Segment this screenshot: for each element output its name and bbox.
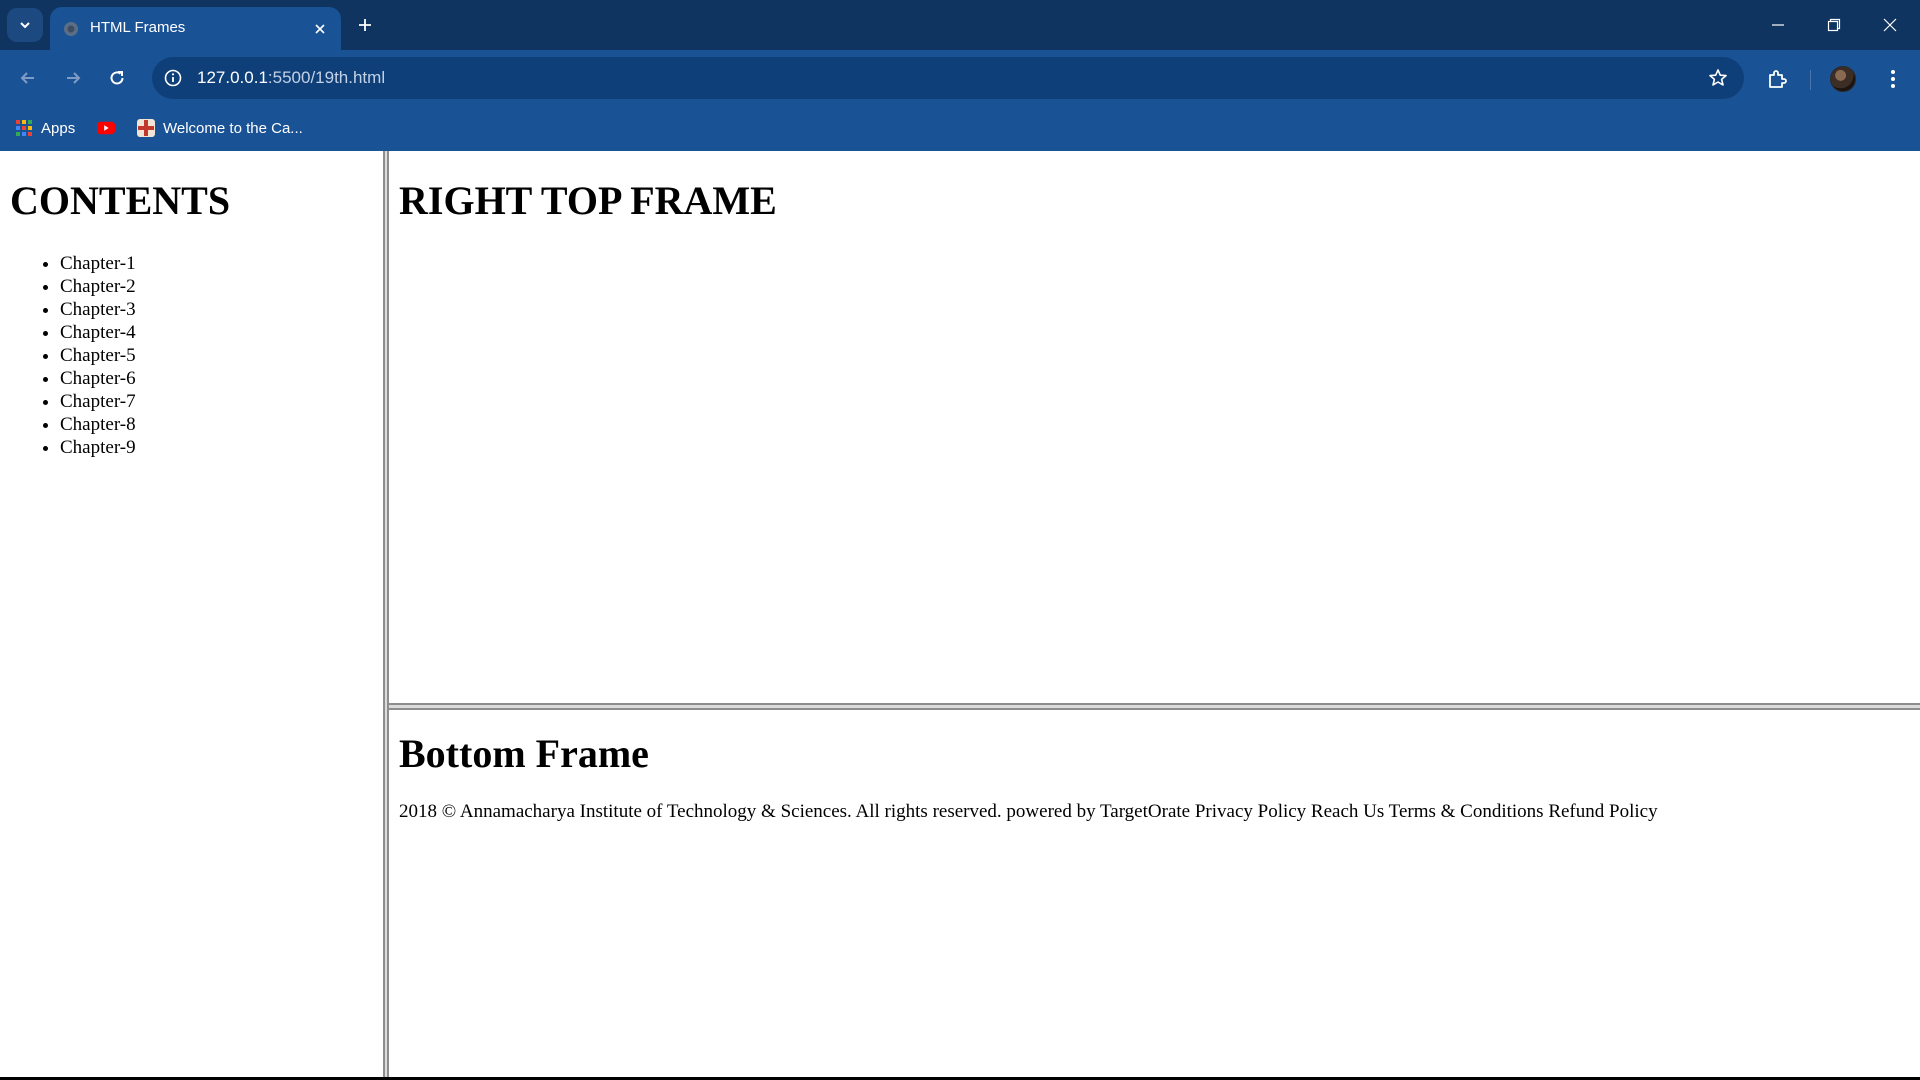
arrow-left-icon [20, 72, 34, 84]
url-text[interactable]: 127.0.0.1:5500/19th.html [197, 68, 385, 88]
bottom-frame: Bottom Frame 2018 © Annamacharya Institu… [389, 710, 1920, 1080]
site-info-icon[interactable] [162, 67, 184, 89]
tab-search-button[interactable] [7, 8, 43, 42]
close-icon [315, 24, 325, 34]
reload-icon [110, 71, 124, 85]
extensions-button[interactable] [1762, 64, 1792, 94]
plus-icon [359, 19, 371, 31]
tab-title: HTML Frames [90, 19, 186, 36]
chapter-item: Chapter-8 [60, 413, 136, 436]
minimize-button[interactable] [1750, 0, 1806, 50]
profile-avatar[interactable] [1830, 66, 1856, 92]
bookmark-welcome[interactable]: Welcome to the Ca... [137, 116, 303, 140]
url-path: :5500/19th.html [267, 68, 386, 87]
right-top-heading: RIGHT TOP FRAME [399, 178, 777, 223]
browser-toolbar: 127.0.0.1:5500/19th.html [0, 50, 1920, 106]
kebab-menu-icon [1891, 70, 1895, 88]
bookmark-star-icon[interactable] [1706, 66, 1730, 90]
bottom-heading: Bottom Frame [399, 731, 649, 776]
forward-button[interactable] [55, 60, 91, 96]
tab-close-button[interactable] [308, 17, 332, 41]
chapter-item: Chapter-5 [60, 344, 136, 367]
bookmark-label: Apps [41, 119, 76, 137]
chapter-list: Chapter-1 Chapter-2 Chapter-3 Chapter-4 … [50, 252, 136, 459]
address-bar[interactable]: 127.0.0.1:5500/19th.html [152, 57, 1744, 99]
chapter-item: Chapter-2 [60, 275, 136, 298]
chevron-down-icon [20, 22, 30, 29]
right-top-frame: RIGHT TOP FRAME [389, 151, 1920, 703]
chapter-item: Chapter-7 [60, 390, 136, 413]
bookmark-label: Welcome to the Ca... [163, 119, 303, 137]
restore-button[interactable] [1806, 0, 1862, 50]
url-host: 127.0.0.1 [197, 68, 268, 87]
chapter-item: Chapter-3 [60, 298, 136, 321]
apps-grid-icon [15, 119, 33, 137]
page-viewport: CONTENTS Chapter-1 Chapter-2 Chapter-3 C… [0, 151, 1920, 1080]
new-tab-button[interactable] [352, 12, 378, 38]
reload-button[interactable] [99, 60, 135, 96]
toolbar-separator [1810, 70, 1811, 90]
puzzle-icon [1769, 70, 1787, 88]
chapter-item: Chapter-1 [60, 252, 136, 275]
footer-text: 2018 © Annamacharya Institute of Technol… [399, 801, 1658, 822]
chapter-item: Chapter-6 [60, 367, 136, 390]
tab-active[interactable]: HTML Frames [50, 7, 341, 50]
browser-menu-button[interactable] [1880, 64, 1906, 94]
bookmark-apps[interactable]: Apps [15, 116, 75, 140]
horizontal-frame-divider[interactable] [389, 703, 1920, 710]
tab-strip: HTML Frames [0, 0, 1920, 50]
minimize-icon [1772, 24, 1784, 26]
close-icon [1883, 18, 1897, 32]
bookmarks-bar: Apps Welcome to the Ca... [0, 106, 1920, 151]
site-favicon-icon [137, 119, 155, 137]
left-frame: CONTENTS Chapter-1 Chapter-2 Chapter-3 C… [0, 151, 383, 1080]
youtube-icon [97, 119, 115, 137]
restore-icon [1827, 18, 1841, 32]
globe-icon [63, 21, 79, 37]
bookmark-youtube[interactable] [97, 116, 123, 140]
back-button[interactable] [10, 60, 46, 96]
chapter-item: Chapter-4 [60, 321, 136, 344]
chapter-item: Chapter-9 [60, 436, 136, 459]
close-window-button[interactable] [1862, 0, 1918, 50]
arrow-right-icon [67, 72, 81, 84]
contents-heading: CONTENTS [10, 178, 231, 223]
